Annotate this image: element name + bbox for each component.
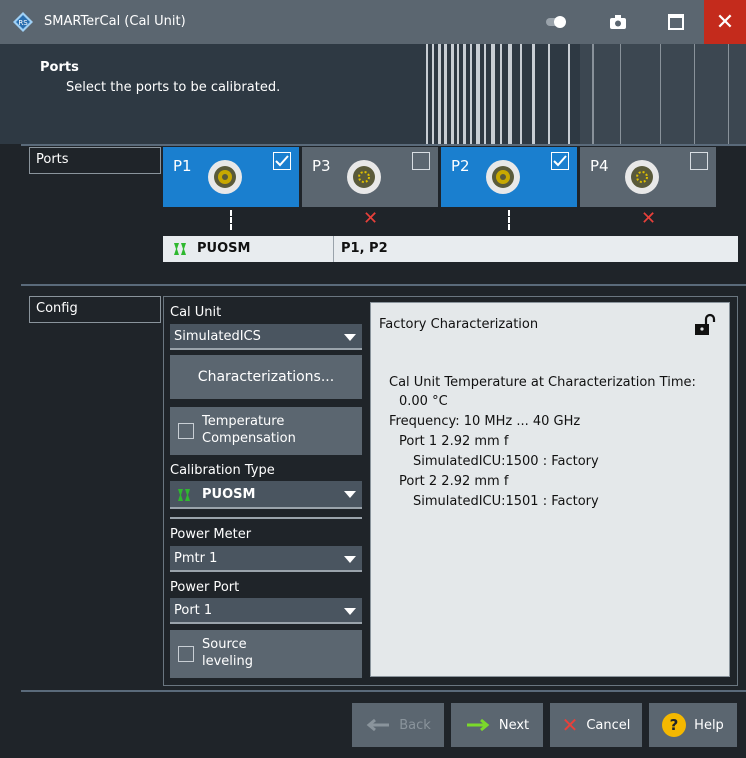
factory-line: SimulatedICU:1500 : Factory [413,454,599,469]
divider [170,517,362,519]
puosm-icon [174,243,186,255]
temperature-compensation-label: Temperature Compensation [202,413,296,447]
divider [333,236,334,262]
calibration-type-dropdown[interactable]: PUOSM [170,481,362,509]
cancel-label: Cancel [586,717,631,733]
chevron-down-icon [344,334,356,341]
connector-icon [208,160,242,194]
port-checkbox[interactable] [273,152,291,170]
power-port-value: Port 1 [174,603,213,618]
camera-icon[interactable] [598,0,638,44]
separator [21,144,746,146]
cal-unit-label: Cal Unit [170,305,222,320]
close-icon: ✕ [715,9,735,35]
characterizations-button[interactable]: Characterizations... [170,355,362,399]
back-label: Back [399,717,431,733]
port-checkbox[interactable] [551,152,569,170]
calibration-type-label: Calibration Type [170,463,275,478]
arrow-right-icon [466,718,490,732]
power-meter-value: Pmtr 1 [174,551,218,566]
factory-line: 0.00 °C [399,394,448,409]
cal-type-label: PUOSM [197,241,251,256]
chevron-down-icon [344,556,356,563]
help-label: Help [694,717,724,733]
page-subtitle: Select the ports to be calibrated. [66,80,281,95]
svg-text:RS: RS [18,19,28,27]
next-label: Next [498,717,530,733]
cancel-button[interactable]: ✕ Cancel [550,703,642,747]
calibration-type-value: PUOSM [202,487,256,502]
factory-line: Frequency: 10 MHz ... 40 GHz [389,414,581,429]
power-port-dropdown[interactable]: Port 1 [170,598,362,624]
separator [21,284,746,286]
source-leveling-line1: Source [202,637,247,652]
back-button[interactable]: Back [352,703,444,747]
factory-line: Port 2 2.92 mm f [399,474,509,489]
cal-unit-value: SimulatedICS [174,329,261,344]
factory-line: SimulatedICU:1501 : Factory [413,494,599,509]
connector-icon [486,160,520,194]
port-name: P4 [590,157,609,175]
factory-line: Port 1 2.92 mm f [399,434,509,449]
port-checkbox[interactable] [690,152,708,170]
ports-section-label: Ports [29,147,161,174]
checkbox-box [178,646,194,662]
separator [21,690,746,692]
port-p2-connection-line [508,210,512,230]
port-name: P1 [173,157,192,175]
port-p3[interactable]: P3 [302,147,438,207]
port-p1[interactable]: P1 [163,147,299,207]
chevron-down-icon [344,491,356,498]
close-button[interactable]: ✕ [704,0,746,44]
window-title: SMARTerCal (Cal Unit) [44,14,186,29]
port-checkbox[interactable] [412,152,430,170]
connector-icon [347,160,381,194]
factory-characterization-panel: Factory Characterization Cal Unit Temper… [370,302,730,677]
help-icon: ? [662,713,687,737]
power-port-label: Power Port [170,580,240,595]
config-section-label: Config [29,296,161,323]
checkbox-box [178,423,194,439]
temperature-compensation-line2: Compensation [202,431,296,446]
source-leveling-line2: leveling [202,654,254,669]
help-button[interactable]: ? Help [649,703,737,747]
page-title: Ports [40,60,79,75]
source-leveling-checkbox[interactable]: Source leveling [170,630,362,678]
puosm-icon [178,489,190,501]
temperature-compensation-line1: Temperature [202,414,285,429]
factory-title: Factory Characterization [379,317,539,332]
cal-ports-label: P1, P2 [341,241,388,256]
svg-text:?: ? [670,716,679,734]
chevron-down-icon [344,608,356,615]
power-meter-label: Power Meter [170,527,252,542]
factory-line: Cal Unit Temperature at Characterization… [389,375,696,390]
connector-icon [625,160,659,194]
cancel-icon: ✕ [561,713,579,737]
power-meter-dropdown[interactable]: Pmtr 1 [170,546,362,572]
port-p3-disconnected-icon: ✕ [363,208,379,229]
cal-unit-dropdown[interactable]: SimulatedICS [170,324,362,350]
port-name: P2 [451,157,470,175]
cal-assignment-row: PUOSM P1, P2 [163,236,738,262]
port-p4-disconnected-icon: ✕ [641,208,657,229]
toggle-icon[interactable] [536,0,576,44]
port-p1-connection-line [230,210,234,230]
port-p2[interactable]: P2 [441,147,577,207]
temperature-compensation-checkbox[interactable]: Temperature Compensation [170,407,362,455]
rs-logo-icon: RS [13,12,33,32]
unlock-icon[interactable] [693,313,717,337]
port-p4[interactable]: P4 [580,147,716,207]
port-name: P3 [312,157,331,175]
arrow-left-icon [366,718,390,732]
maximize-icon[interactable] [656,0,696,44]
header-decoration [426,44,746,144]
next-button[interactable]: Next [451,703,543,747]
source-leveling-label: Source leveling [202,636,253,670]
